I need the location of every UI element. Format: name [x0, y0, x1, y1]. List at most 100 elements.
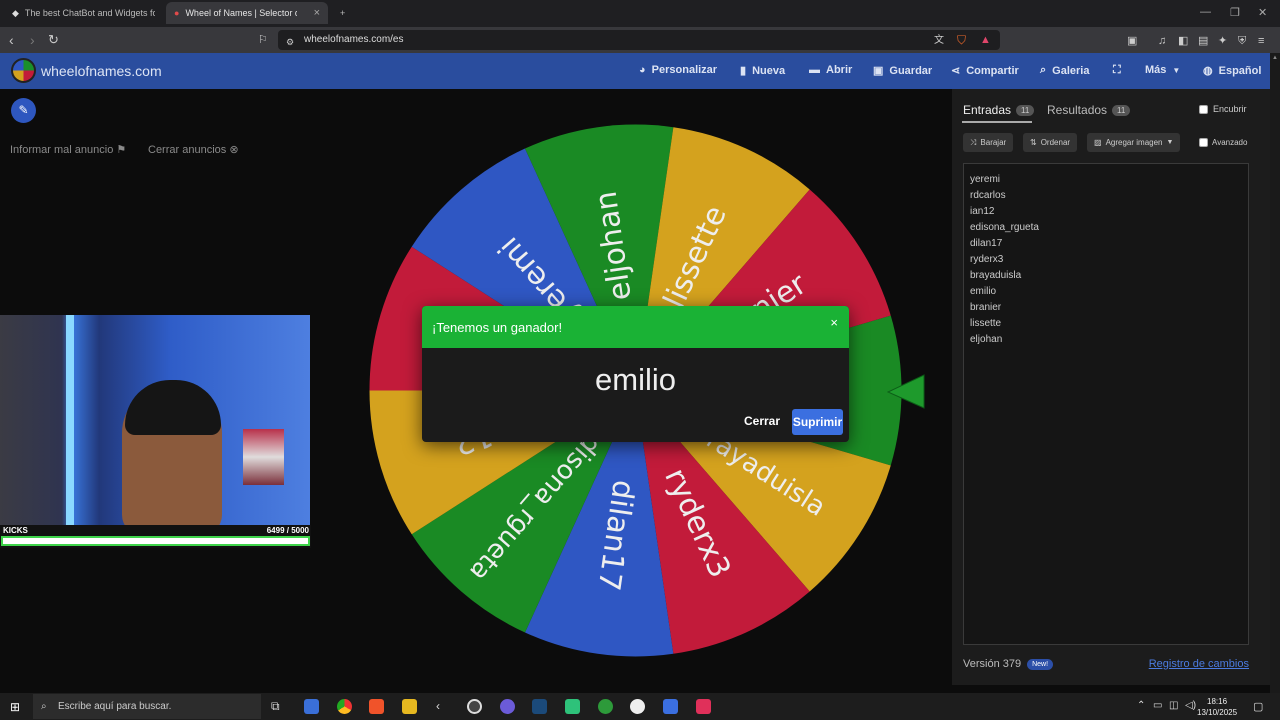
wheel-pointer-icon	[886, 374, 925, 409]
tab-results[interactable]: Resultados 11	[1047, 103, 1131, 117]
menu-galeria[interactable]: ⌕ Galeria	[1040, 64, 1089, 77]
tab-title: Wheel of Names | Selector de no	[185, 8, 298, 18]
advanced-checkbox[interactable]: Avanzado	[1192, 133, 1254, 152]
changelog-link[interactable]: Registro de cambios	[1149, 658, 1249, 670]
url-text: wheelofnames.com/es	[304, 34, 404, 45]
streamlabs-icon[interactable]	[565, 699, 580, 714]
ai-icon[interactable]: ✦	[1218, 33, 1227, 49]
close-tab-icon[interactable]: ×	[314, 7, 320, 19]
report-ad-link[interactable]: Informar mal anuncio ⚑	[10, 143, 126, 156]
store-icon[interactable]	[304, 699, 319, 714]
taskbar: ⊞ ⌕ Escribe aquí para buscar. ⧉ ‹ ⌃ ▭ ◫ …	[0, 693, 1280, 720]
fullscreen-button[interactable]: ⛶	[1113, 64, 1121, 77]
menu-mas[interactable]: Más ▼	[1145, 64, 1180, 76]
taskbar-clock[interactable]: 18:16 13/10/2025	[1197, 696, 1237, 718]
new-tab-icon[interactable]: +	[332, 2, 353, 24]
list-item: dilan17	[970, 238, 1003, 249]
roblox-icon[interactable]	[663, 699, 678, 714]
close-ads-link[interactable]: Cerrar anuncios ⊗	[148, 143, 239, 156]
minimize-icon[interactable]: —	[1200, 6, 1211, 18]
menu-abrir[interactable]: ▬ Abrir	[809, 64, 852, 76]
list-item: emilio	[970, 286, 997, 297]
shuffle-icon: ⤨	[970, 137, 977, 147]
bookmark-icon[interactable]: ⚐	[258, 32, 268, 48]
brave-icon[interactable]	[369, 699, 384, 714]
kicks-value: 6499 / 5000	[266, 526, 309, 535]
explorer-icon[interactable]	[402, 699, 417, 714]
menu-icon[interactable]: ≡	[1258, 33, 1264, 49]
translate-icon[interactable]: 文	[934, 33, 944, 49]
site-info-icon[interactable]: ⚙	[286, 34, 294, 50]
site-header: wheelofnames.com ◕ Personalizar ▮ Nueva …	[0, 53, 1270, 89]
capcut-icon[interactable]: ‹	[436, 699, 440, 713]
task-view-icon[interactable]: ⧉	[271, 699, 280, 714]
xbox-icon[interactable]	[598, 699, 613, 714]
volume-icon[interactable]: ◁)	[1185, 700, 1196, 711]
reload-icon[interactable]: ↻	[48, 32, 59, 48]
edit-button[interactable]: ✎	[11, 98, 36, 123]
obs-icon[interactable]	[467, 699, 482, 714]
scroll-up-icon[interactable]: ▲	[1272, 55, 1278, 63]
tab-entries[interactable]: Entradas 11	[963, 103, 1035, 117]
winner-dialog-header: ¡Tenemos un ganador! ×	[422, 306, 849, 348]
remove-button[interactable]: Suprimir	[792, 409, 843, 435]
vpn-icon[interactable]: ⛨	[1238, 33, 1246, 49]
taskbar-search-input[interactable]: ⌕ Escribe aquí para buscar.	[33, 694, 261, 719]
menu-nueva[interactable]: ▮ Nueva	[740, 64, 785, 78]
back-icon[interactable]: ‹	[9, 32, 14, 48]
media-icon[interactable]: ♫	[1158, 33, 1166, 49]
kicks-goal-bar: KICKS 6499 / 5000	[0, 525, 311, 548]
settings-app-icon[interactable]	[630, 699, 645, 714]
version-info: Versión 379 New!	[963, 658, 1054, 670]
tiktok-icon[interactable]	[696, 699, 711, 714]
new-badge: New!	[1027, 658, 1054, 670]
folder-icon: ▬	[809, 64, 820, 76]
maximize-icon[interactable]: ❐	[1230, 6, 1240, 19]
site-name[interactable]: wheelofnames.com	[41, 63, 162, 79]
close-icon[interactable]: ×	[830, 315, 838, 330]
clock-date: 13/10/2025	[1197, 708, 1238, 717]
forward-icon[interactable]: ›	[30, 32, 35, 48]
entries-textarea[interactable]: yeremi rdcarlos ian12 edisona_rgueta dil…	[963, 163, 1249, 645]
menu-guardar[interactable]: ▣ Guardar	[873, 64, 932, 78]
wallet-icon[interactable]: ▤	[1198, 33, 1208, 49]
list-item: ian12	[970, 206, 995, 217]
notifications-icon[interactable]: ▢	[1253, 700, 1263, 713]
add-image-button[interactable]: ▨ Agregar imagen ▼	[1087, 133, 1181, 152]
checkbox-icon	[1199, 104, 1208, 114]
close-window-icon[interactable]: ✕	[1258, 6, 1267, 19]
steam-icon[interactable]	[532, 699, 547, 714]
brave-rewards-icon[interactable]: ▲	[980, 32, 991, 48]
wall-poster	[243, 429, 284, 485]
screenshot-icon[interactable]: ▣	[1127, 33, 1137, 49]
page-scrollbar[interactable]: ▲	[1270, 53, 1280, 693]
chevron-up-icon[interactable]: ⌃	[1137, 700, 1145, 711]
url-field[interactable]: wheelofnames.com/es	[278, 30, 1000, 50]
brave-shield-icon[interactable]: ⛉	[957, 32, 966, 48]
winner-name: emilio	[595, 362, 676, 397]
shuffle-button[interactable]: ⤨ Barajar	[963, 133, 1014, 152]
hide-checkbox[interactable]: Encubrir	[1199, 104, 1247, 114]
chevron-down-icon: ▼	[1166, 139, 1174, 146]
menu-compartir[interactable]: ⋖ Compartir	[951, 64, 1019, 78]
list-item: ryderx3	[970, 254, 1004, 265]
site-logo-icon[interactable]	[11, 58, 36, 83]
winner-dialog: ¡Tenemos un ganador! × emilio Cerrar Sup…	[422, 306, 849, 442]
windows-start-icon[interactable]: ⊞	[10, 700, 20, 714]
network-icon[interactable]: ◫	[1169, 700, 1178, 711]
sidebar-icon[interactable]: ◧	[1178, 33, 1188, 49]
menu-language[interactable]: ◍ Español	[1203, 64, 1261, 78]
close-button[interactable]: Cerrar	[744, 414, 780, 428]
globe-icon: ◍	[1203, 65, 1213, 77]
tab-favicon-icon: ●	[174, 8, 180, 18]
browser-tab-active[interactable]: ● Wheel of Names | Selector de no ×	[166, 2, 328, 24]
list-item: edisona_rgueta	[970, 222, 1039, 233]
file-icon: ▮	[740, 65, 747, 77]
discord-icon[interactable]	[500, 699, 515, 714]
entries-count-badge: 11	[1016, 104, 1035, 116]
menu-personalizar[interactable]: ◕ Personalizar	[639, 64, 717, 76]
sort-button[interactable]: ⇅ Ordenar	[1023, 133, 1078, 152]
list-item: rdcarlos	[970, 190, 1006, 201]
chrome-icon[interactable]	[337, 699, 352, 714]
browser-tab[interactable]: ◆ The best ChatBot and Widgets for Ki	[4, 2, 164, 24]
